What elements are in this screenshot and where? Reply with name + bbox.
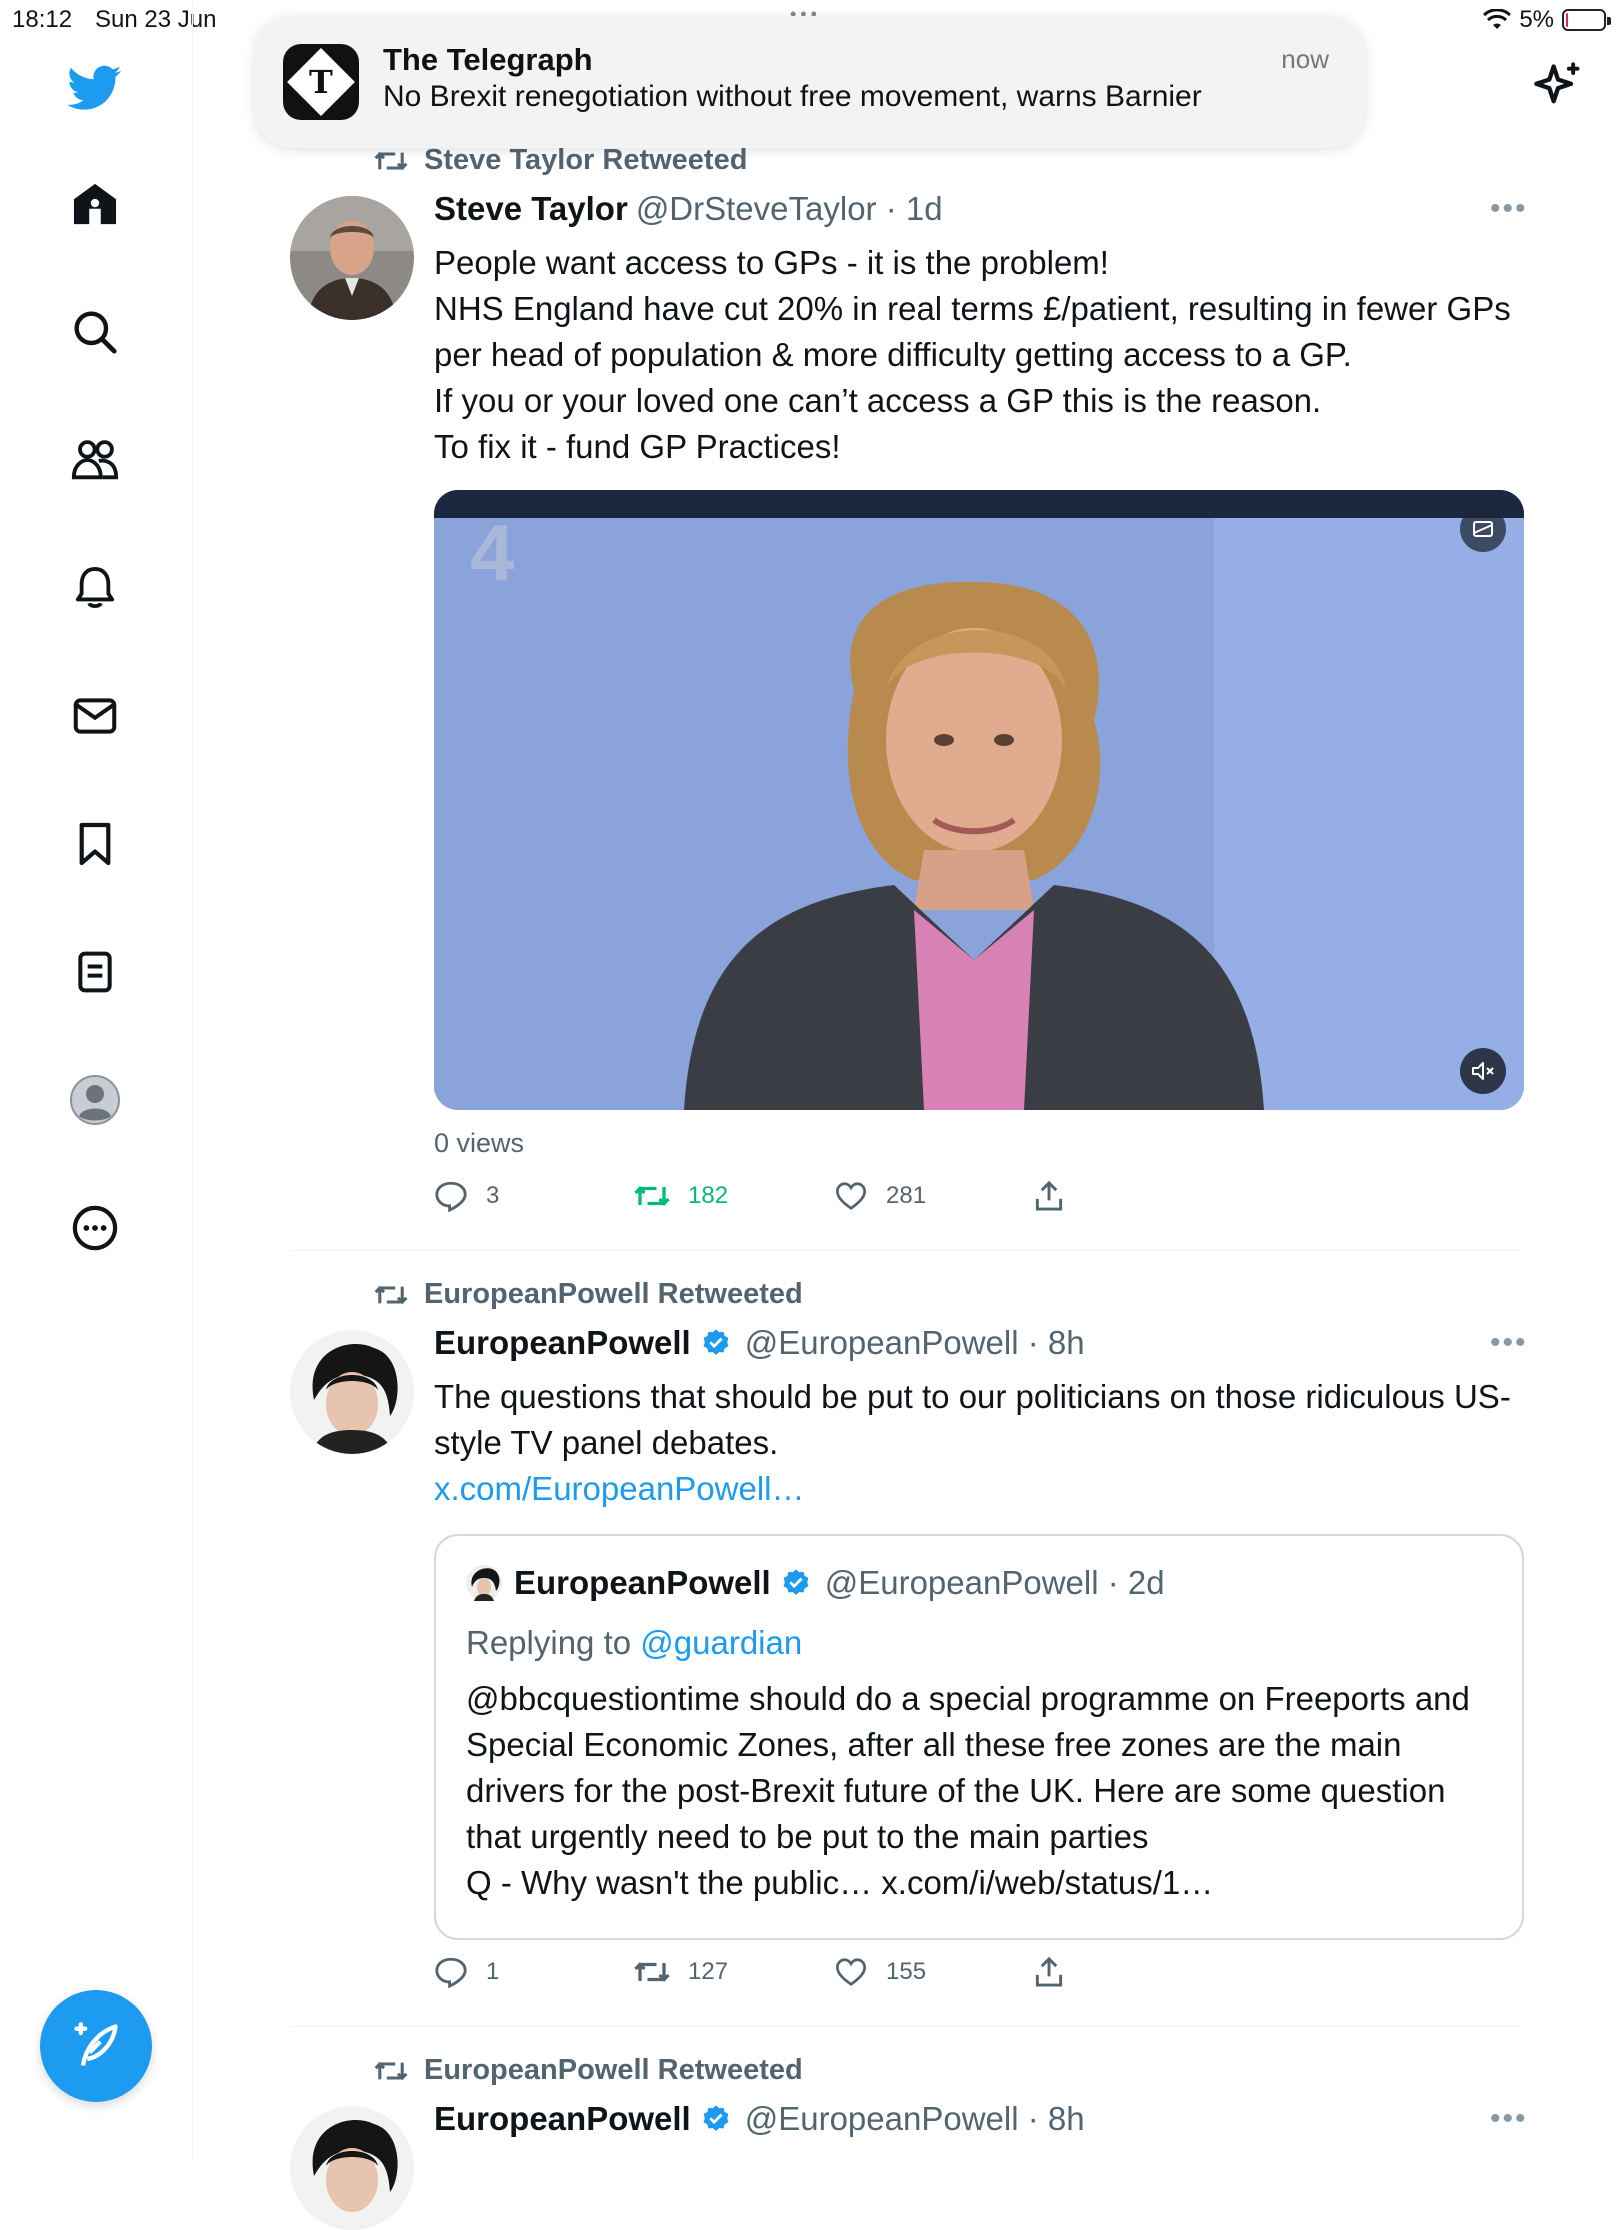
telegraph-logo-letter: T (309, 63, 333, 101)
tweet-text: People want access to GPs - it is the pr… (434, 244, 1511, 465)
retweet-count: 127 (688, 1958, 729, 1985)
retweet-icon (634, 1186, 670, 1206)
sidebar (0, 0, 193, 2160)
more-options-icon[interactable]: ••• (1490, 1326, 1528, 1360)
reply-button[interactable]: 3 (434, 1180, 634, 1212)
avatar[interactable] (290, 196, 414, 320)
profile-icon[interactable] (63, 1068, 127, 1132)
author-name[interactable]: EuropeanPowell (434, 2100, 691, 2138)
replying-to-prefix: Replying to (466, 1624, 641, 1661)
retweet-context-label: EuropeanPowell Retweeted (424, 1278, 803, 1310)
quoted-author-handle[interactable]: @EuropeanPowell · 2d (825, 1564, 1165, 1602)
share-icon (1035, 1956, 1063, 1987)
view-count: 0 views (434, 1128, 525, 1158)
retweet-icon (374, 2061, 408, 2080)
communities-icon[interactable] (63, 428, 127, 492)
tweet-divider (290, 1250, 1520, 1251)
more-circle-icon[interactable] (63, 1196, 127, 1260)
tweet-video[interactable]: 4 (434, 490, 1524, 1110)
author-handle[interactable]: @EuropeanPowell · 8h (745, 1324, 1085, 1362)
retweet-context: Steve Taylor Retweeted (374, 144, 747, 177)
wifi-icon (1483, 9, 1512, 29)
quoted-avatar[interactable] (466, 1565, 502, 1601)
compose-button[interactable] (40, 1990, 152, 2102)
more-options-icon[interactable]: ••• (1490, 192, 1528, 226)
share-button[interactable] (1034, 1956, 1234, 1988)
retweet-context: EuropeanPowell Retweeted (374, 2054, 803, 2087)
more-options-icon[interactable]: ••• (1490, 2102, 1528, 2136)
heart-icon (835, 1958, 867, 1986)
home-icon[interactable] (63, 172, 127, 236)
like-button[interactable]: 281 (834, 1180, 1034, 1212)
author-handle[interactable]: @EuropeanPowell · 8h (745, 2100, 1085, 2138)
twitter-logo-icon[interactable] (63, 56, 127, 120)
like-count: 281 (886, 1182, 927, 1209)
battery-level (1566, 13, 1568, 27)
notification-time: now (1281, 44, 1329, 74)
bell-icon[interactable] (63, 556, 127, 620)
video-frame: 4 (434, 490, 1524, 1110)
share-icon (1035, 1180, 1063, 1211)
search-icon[interactable] (63, 300, 127, 364)
notification-title: The Telegraph (383, 42, 593, 77)
tweet-actions: 3 182 281 (434, 1180, 1234, 1212)
share-button[interactable] (1034, 1180, 1234, 1212)
author-name[interactable]: EuropeanPowell (434, 1324, 691, 1362)
tweet-divider (290, 2026, 1520, 2027)
retweet-icon (374, 1285, 408, 1304)
retweet-button[interactable]: 182 (634, 1180, 834, 1212)
author-handle[interactable]: @DrSteveTaylor · 1d (636, 190, 943, 228)
tweet-author: Steve Taylor @DrSteveTaylor · 1d (434, 190, 943, 228)
avatar[interactable] (290, 1330, 414, 1454)
like-count: 155 (886, 1958, 927, 1985)
channel-watermark: 4 (470, 508, 515, 597)
reply-icon (435, 1957, 467, 1988)
like-button[interactable]: 155 (834, 1956, 1034, 1988)
tweet-link[interactable]: x.com/EuropeanPowell… (434, 1466, 805, 1512)
retweet-icon (634, 1962, 670, 1982)
quoted-text: @bbcquestiontime should do a special pro… (466, 1680, 1470, 1901)
retweet-count: 182 (688, 1182, 729, 1209)
notification-banner[interactable]: T The Telegraph No Brexit renegotiation … (255, 16, 1365, 148)
bookmark-icon[interactable] (63, 812, 127, 876)
notification-body: No Brexit renegotiation without free mov… (383, 80, 1202, 113)
battery-percent: 5% (1519, 6, 1554, 33)
content-settings-icon[interactable] (1460, 506, 1506, 552)
replying-to: Replying to @guardian (466, 1624, 802, 1662)
avatar[interactable] (290, 2106, 414, 2230)
tweet-author: EuropeanPowell @EuropeanPowell · 8h (434, 2100, 1085, 2138)
tweet-actions: 1 127 155 (434, 1956, 1234, 1988)
heart-icon (835, 1182, 867, 1210)
lists-icon[interactable] (63, 940, 127, 1004)
compose-icon (74, 2022, 118, 2066)
retweet-button[interactable]: 127 (634, 1956, 834, 1988)
quoted-author: EuropeanPowell @EuropeanPowell · 2d (466, 1564, 1165, 1602)
verified-badge-icon (703, 1329, 729, 1355)
replying-to-handle[interactable]: @guardian (640, 1624, 802, 1661)
battery-icon (1562, 9, 1611, 31)
reply-button[interactable]: 1 (434, 1956, 634, 1988)
retweet-context: EuropeanPowell Retweeted (374, 1278, 803, 1311)
tweet-text: The questions that should be put to our … (434, 1378, 1511, 1461)
retweet-context-label: EuropeanPowell Retweeted (424, 2054, 803, 2086)
verified-badge-icon (783, 1569, 809, 1595)
quoted-tweet[interactable]: EuropeanPowell @EuropeanPowell · 2d Repl… (434, 1534, 1524, 1940)
mail-icon[interactable] (63, 684, 127, 748)
verified-badge-icon (703, 2105, 729, 2131)
quoted-author-name[interactable]: EuropeanPowell (514, 1564, 771, 1602)
reply-count: 1 (486, 1958, 500, 1985)
mute-icon[interactable] (1460, 1048, 1506, 1094)
reply-icon (435, 1181, 467, 1212)
author-name[interactable]: Steve Taylor (434, 190, 628, 228)
reply-count: 3 (486, 1182, 500, 1209)
retweet-context-label: Steve Taylor Retweeted (424, 144, 748, 176)
sparkle-icon[interactable] (1532, 60, 1584, 112)
tweet-author: EuropeanPowell @EuropeanPowell · 8h (434, 1324, 1085, 1362)
retweet-icon (374, 151, 408, 170)
telegraph-app-icon: T (283, 44, 359, 120)
status-right: 5% (1483, 6, 1611, 34)
